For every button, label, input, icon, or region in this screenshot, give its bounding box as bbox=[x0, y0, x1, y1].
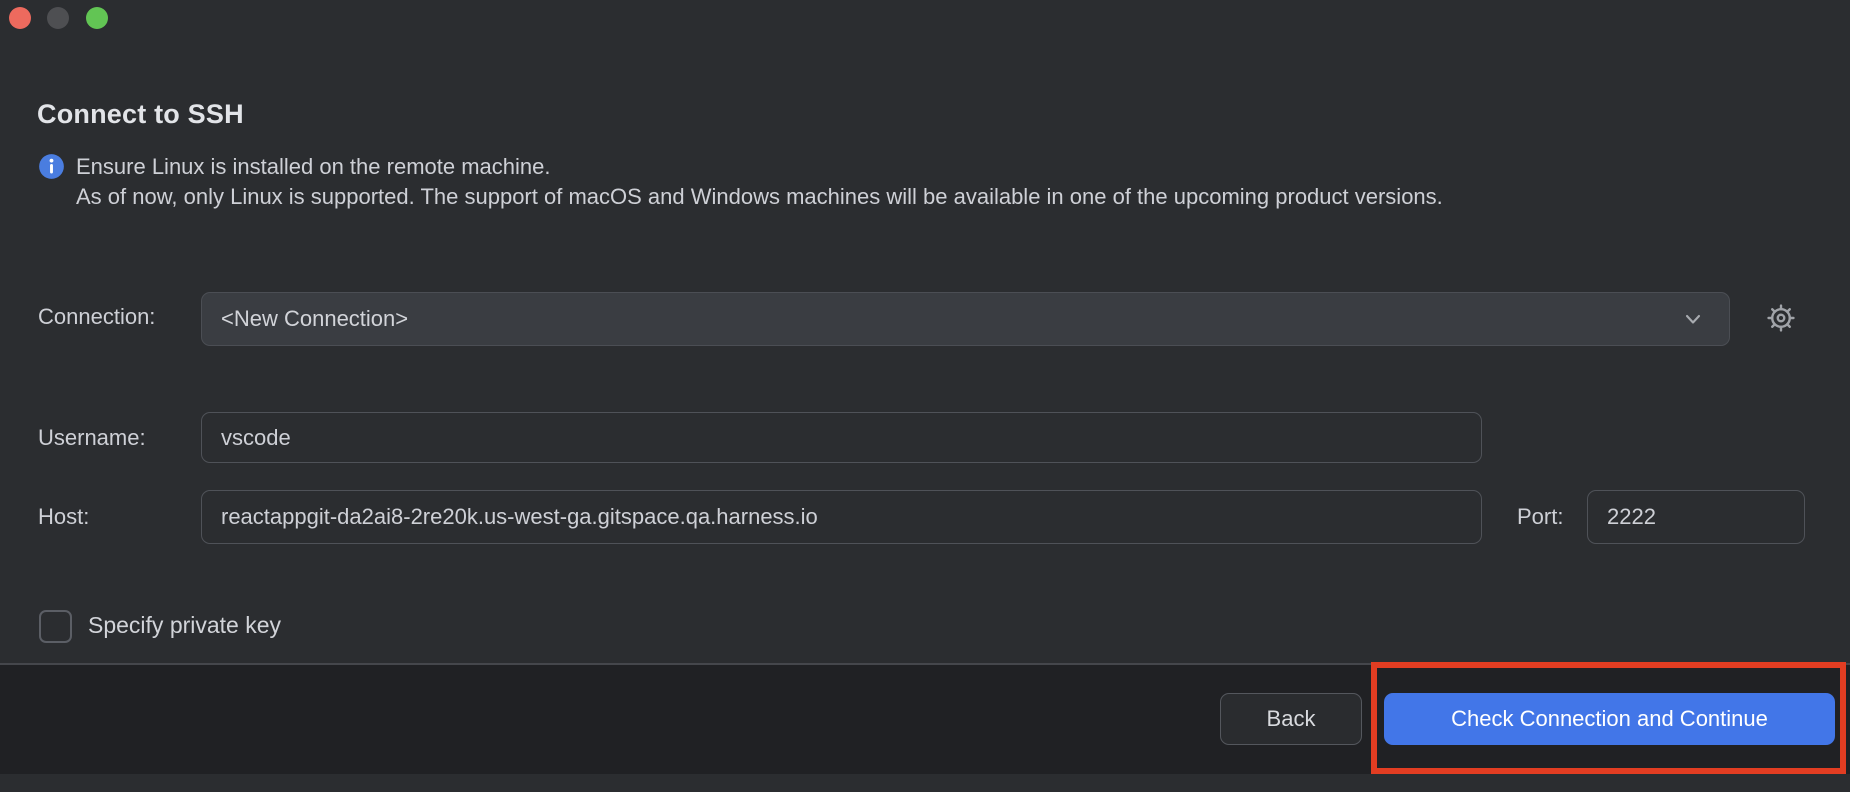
info-icon bbox=[38, 153, 65, 180]
info-message-line2: As of now, only Linux is supported. The … bbox=[76, 182, 1796, 212]
host-label: Host: bbox=[38, 504, 89, 530]
chevron-down-icon bbox=[1680, 306, 1706, 332]
specify-private-key-checkbox[interactable] bbox=[39, 610, 72, 643]
window-zoom-button[interactable] bbox=[86, 7, 108, 29]
window-close-button[interactable] bbox=[9, 7, 31, 29]
port-input[interactable] bbox=[1587, 490, 1805, 544]
gear-icon[interactable] bbox=[1764, 301, 1798, 335]
username-input[interactable] bbox=[201, 412, 1482, 463]
back-button-label: Back bbox=[1267, 706, 1316, 732]
port-label: Port: bbox=[1517, 504, 1563, 530]
host-input[interactable] bbox=[201, 490, 1482, 544]
check-connection-and-continue-button[interactable]: Check Connection and Continue bbox=[1384, 693, 1835, 745]
window-minimize-button[interactable] bbox=[47, 7, 69, 29]
specify-private-key-label[interactable]: Specify private key bbox=[88, 612, 281, 639]
username-label: Username: bbox=[38, 425, 146, 451]
connection-dropdown[interactable]: <New Connection> bbox=[201, 292, 1730, 346]
info-message: Ensure Linux is installed on the remote … bbox=[76, 152, 1796, 212]
check-connection-button-label: Check Connection and Continue bbox=[1451, 706, 1768, 732]
connection-label: Connection: bbox=[38, 304, 155, 330]
info-message-line1: Ensure Linux is installed on the remote … bbox=[76, 152, 1796, 182]
back-button[interactable]: Back bbox=[1220, 693, 1362, 745]
page-title: Connect to SSH bbox=[37, 99, 244, 129]
connection-dropdown-value: <New Connection> bbox=[221, 306, 408, 332]
